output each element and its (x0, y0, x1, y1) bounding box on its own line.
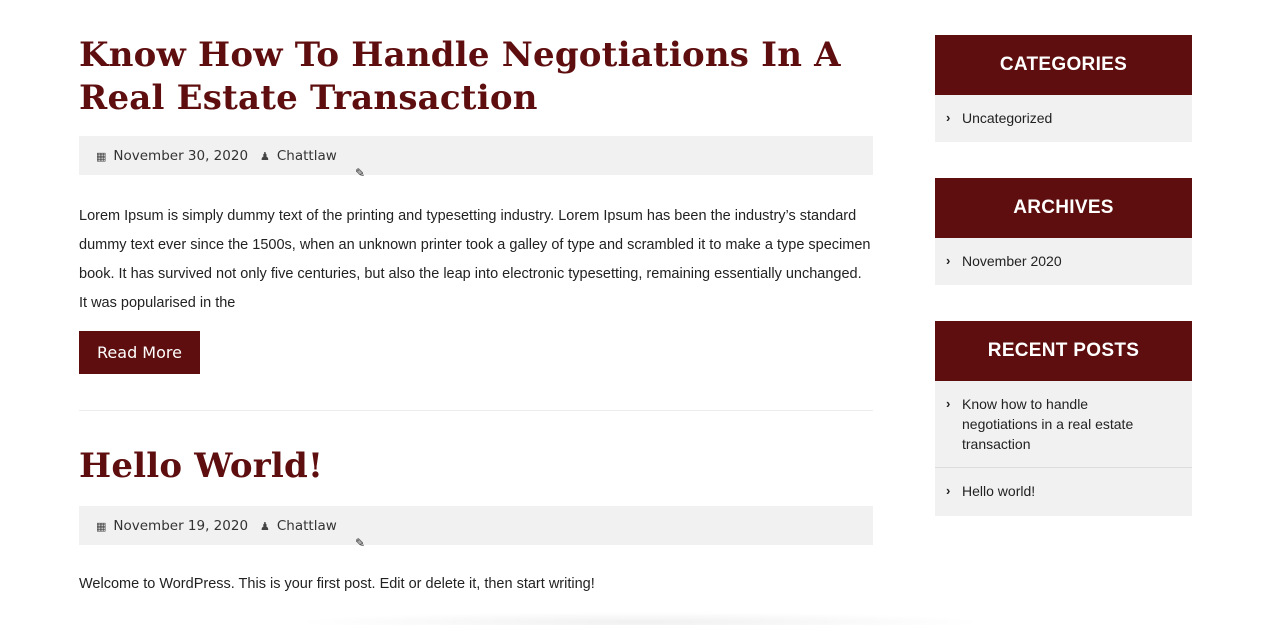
sidebar-link-recent-post[interactable]: › Hello world! (935, 467, 1192, 514)
user-icon: ♟ (260, 519, 270, 533)
post-author[interactable]: ♟ Chattlaw (260, 518, 337, 534)
post-date[interactable]: ▦ November 30, 2020 (96, 148, 248, 164)
chevron-right-icon: › (946, 396, 951, 411)
sidebar-link-uncategorized[interactable]: › Uncategorized (935, 95, 1192, 141)
categories-widget: CATEGORIES › Uncategorized (935, 35, 1192, 142)
post-date-text: November 19, 2020 (113, 518, 249, 534)
sidebar-link-recent-post[interactable]: › Know how to handle negotiations in a r… (935, 381, 1145, 467)
widget-title: RECENT POSTS (935, 321, 1192, 381)
widget-title: CATEGORIES (935, 35, 1192, 95)
calendar-icon: ▦ (96, 519, 107, 533)
post-title[interactable]: Know How To Handle Negotiations In A Rea… (79, 34, 879, 120)
user-icon: ♟ (260, 149, 270, 163)
chevron-right-icon: › (946, 483, 951, 498)
pencil-icon[interactable]: ✎ (355, 536, 365, 550)
recent-posts-widget: RECENT POSTS › Know how to handle negoti… (935, 321, 1192, 516)
bottom-shadow (290, 612, 990, 625)
post-date-text: November 30, 2020 (113, 148, 249, 164)
widget-title: ARCHIVES (935, 178, 1192, 238)
post-title[interactable]: Hello World! (79, 445, 323, 488)
post-meta: ▦ November 30, 2020 ♟ Chattlaw ✎ (79, 136, 873, 180)
post-date[interactable]: ▦ November 19, 2020 (96, 518, 248, 534)
post-content: Welcome to WordPress. This is your first… (79, 576, 595, 592)
sidebar-link-archive[interactable]: › November 2020 (935, 238, 1192, 284)
post-divider (79, 410, 873, 411)
post-author[interactable]: ♟ Chattlaw (260, 148, 337, 164)
post-meta: ▦ November 19, 2020 ♟ Chattlaw ✎ (79, 506, 873, 550)
pencil-icon[interactable]: ✎ (355, 166, 365, 180)
chevron-right-icon: › (946, 253, 951, 268)
read-more-button[interactable]: Read More (79, 331, 200, 374)
post-excerpt: Lorem Ipsum is simply dummy text of the … (79, 208, 871, 311)
chevron-right-icon: › (946, 110, 951, 125)
archives-widget: ARCHIVES › November 2020 (935, 178, 1192, 285)
post-author-text: Chattlaw (276, 518, 337, 534)
calendar-icon: ▦ (96, 149, 107, 163)
post-author-text: Chattlaw (276, 148, 337, 164)
